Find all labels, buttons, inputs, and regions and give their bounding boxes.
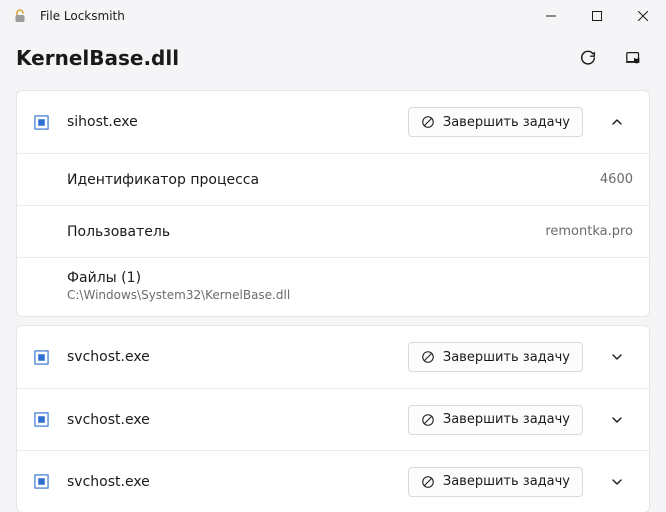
file-title: KernelBase.dll [16,46,179,70]
process-card: svchost.exe Завершить задачу svchost.exe… [16,325,650,512]
chevron-down-icon [611,351,623,363]
chevron-up-icon [611,116,623,128]
end-task-label: Завершить задачу [443,350,570,365]
process-list[interactable]: sihost.exe Завершить задачу Идентификато… [0,78,666,512]
titlebar: File Locksmith [0,0,666,32]
expander-toggle[interactable] [601,404,633,436]
files-label: Файлы (1) [67,270,633,286]
admin-restart-button[interactable] [618,42,650,74]
pid-value: 4600 [600,172,633,187]
file-path: C:\Windows\System32\KernelBase.dll [67,288,633,302]
prohibit-icon [421,475,435,489]
pid-label: Идентификатор процесса [67,172,259,188]
close-button[interactable] [620,0,666,32]
header: KernelBase.dll [0,38,666,78]
end-task-button[interactable]: Завершить задачу [408,107,583,137]
minimize-button[interactable] [528,0,574,32]
end-task-button[interactable]: Завершить задачу [408,342,583,372]
detail-files-row: Файлы (1) C:\Windows\System32\KernelBase… [17,257,649,316]
prohibit-icon [421,115,435,129]
maximize-button[interactable] [574,0,620,32]
app-lock-icon [12,8,28,24]
process-name: svchost.exe [67,474,150,490]
end-task-button[interactable]: Завершить задачу [408,467,583,497]
process-name: svchost.exe [67,412,150,428]
window-controls [528,0,666,32]
process-icon [33,349,49,365]
process-card: sihost.exe Завершить задачу Идентификато… [16,90,650,317]
process-icon [33,412,49,428]
process-row[interactable]: sihost.exe Завершить задачу [17,91,649,153]
user-label: Пользователь [67,224,170,240]
user-value: remontka.pro [545,224,633,239]
prohibit-icon [421,350,435,364]
detail-pid-row: Идентификатор процесса 4600 [17,153,649,205]
app-title: File Locksmith [40,9,125,23]
chevron-down-icon [611,476,623,488]
expander-toggle[interactable] [601,106,633,138]
header-actions [572,42,650,74]
process-icon [33,474,49,490]
process-name: sihost.exe [67,114,138,130]
process-name: svchost.exe [67,349,150,365]
prohibit-icon [421,413,435,427]
reload-button[interactable] [572,42,604,74]
end-task-label: Завершить задачу [443,412,570,427]
expander-toggle[interactable] [601,341,633,373]
detail-user-row: Пользователь remontka.pro [17,205,649,257]
expander-toggle[interactable] [601,466,633,498]
process-icon [33,114,49,130]
end-task-button[interactable]: Завершить задачу [408,405,583,435]
end-task-label: Завершить задачу [443,115,570,130]
process-row[interactable]: svchost.exe Завершить задачу [17,388,649,450]
process-row[interactable]: svchost.exe Завершить задачу [17,450,649,512]
chevron-down-icon [611,414,623,426]
process-row[interactable]: svchost.exe Завершить задачу [17,326,649,388]
end-task-label: Завершить задачу [443,474,570,489]
